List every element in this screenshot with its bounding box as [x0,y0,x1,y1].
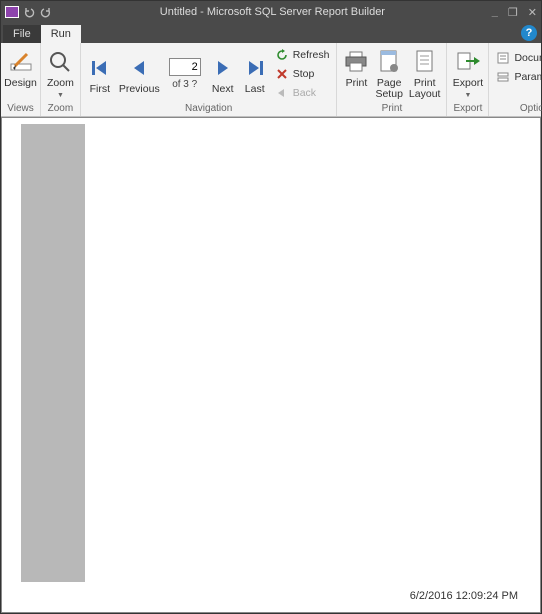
first-button[interactable]: First [84,51,116,97]
stop-button[interactable]: Stop [275,66,330,83]
undo-button[interactable] [22,5,36,19]
group-print: Print Page Setup Print Layout Print [337,43,447,116]
design-icon [8,47,34,77]
chevron-down-icon: ▼ [464,92,471,99]
back-icon [275,86,289,100]
minimize-button[interactable]: _ [492,6,498,18]
chevron-down-icon: ▼ [57,92,64,99]
redo-button[interactable] [39,5,53,19]
window-title: Untitled - Microsoft SQL Server Report B… [53,6,492,18]
stop-icon [275,67,289,81]
next-icon [210,53,236,83]
page-total: of 3 ? [172,79,197,90]
magnifier-icon [47,47,73,77]
group-export: Export▼ Export [447,43,489,116]
group-zoom: Zoom▼ Zoom [41,43,81,116]
back-button[interactable]: Back [275,85,330,102]
export-icon [455,47,481,77]
parameters-button[interactable]: Parameters ▸ [496,68,542,85]
help-button[interactable]: ? [521,25,537,41]
restore-button[interactable]: ❐ [508,6,518,19]
refresh-button[interactable]: Refresh [275,47,330,64]
nav-small-buttons: Refresh Stop Back [271,45,334,104]
last-button[interactable]: Last [239,51,271,97]
ribbon-tabs: File Run ? [1,23,541,43]
print-layout-icon [412,47,438,77]
design-button[interactable]: Design [1,45,40,91]
options-buttons: Document Parameters ▸ [492,45,542,87]
previous-button[interactable]: Previous [116,51,163,97]
parameters-icon [496,70,510,84]
title-bar: Untitled - Microsoft SQL Server Report B… [1,1,541,23]
tab-run[interactable]: Run [41,25,81,43]
window-controls: _ ❐ ✕ [492,6,537,19]
page-setup-button[interactable]: Page Setup [372,45,405,102]
last-icon [242,53,268,83]
tab-file[interactable]: File [3,25,41,43]
print-button[interactable]: Print [340,45,372,91]
ribbon: Design Views Zoom▼ Zoom First [1,43,541,117]
printer-icon [343,47,369,77]
refresh-icon [275,48,289,62]
group-options: Document Parameters ▸ Options [489,43,542,116]
document-map-button[interactable]: Document [496,49,542,66]
next-button[interactable]: Next [207,51,239,97]
execution-timestamp: 6/2/2016 12:09:24 PM [410,590,518,602]
report-canvas[interactable]: 6/2/2016 12:09:24 PM [1,117,541,613]
zoom-button[interactable]: Zoom▼ [44,45,77,103]
export-button[interactable]: Export▼ [450,45,486,103]
group-views: Design Views [1,43,41,116]
first-icon [87,53,113,83]
document-map-icon [496,51,510,65]
page-indicator: of 3 ? [163,48,207,100]
close-button[interactable]: ✕ [528,6,537,19]
group-navigation: First Previous of 3 ? Next [81,43,338,116]
print-layout-button[interactable]: Print Layout [406,45,444,102]
report-placeholder-column [21,124,85,582]
page-number-input[interactable] [169,58,201,76]
app-icon [5,6,19,18]
qat [5,5,53,19]
previous-icon [126,53,152,83]
page-setup-icon [376,47,402,77]
